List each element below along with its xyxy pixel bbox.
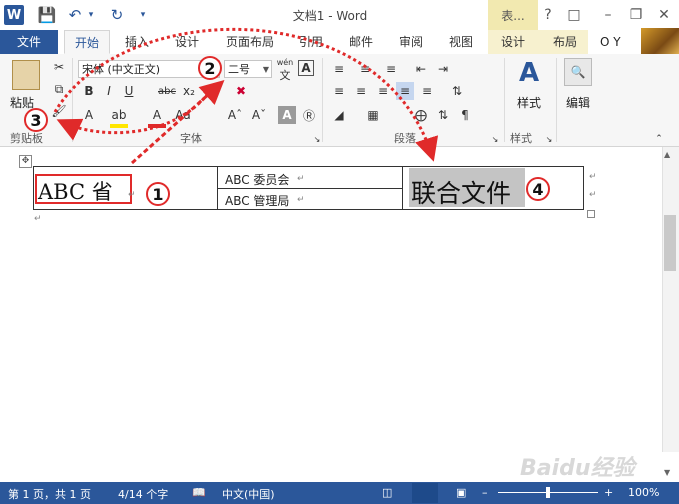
annotation-badge-4: 4: [526, 177, 550, 201]
arrow-3-to-4: [53, 27, 439, 162]
annotation-badge-2: 2: [198, 56, 222, 80]
annotation-arrows: [53, 27, 439, 165]
annotation-badge-1: 1: [146, 182, 170, 206]
annotation-badge-3: 3: [24, 108, 48, 132]
